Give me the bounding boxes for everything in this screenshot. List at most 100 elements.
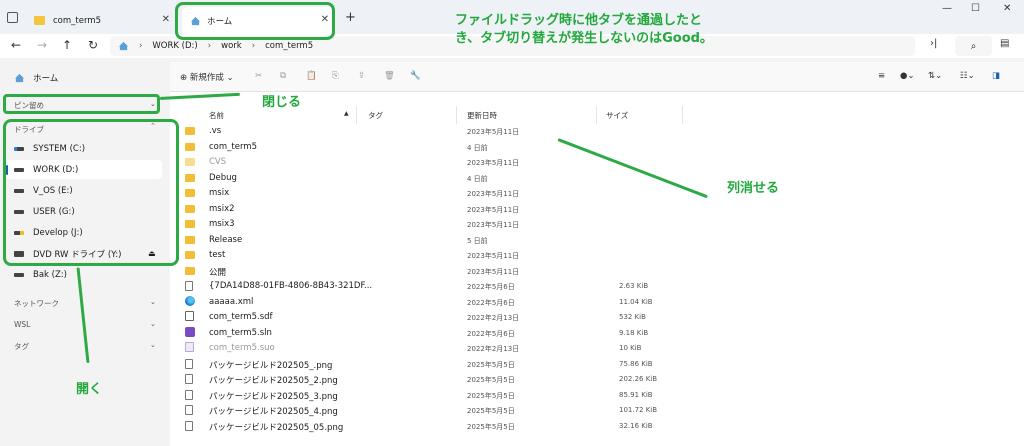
share-icon[interactable]: ⇪ [358,71,365,81]
minimize-button[interactable]: — [942,3,952,14]
chevron-down-icon[interactable]: ⌄ [150,320,156,328]
expand-pane-button[interactable]: ›| [930,38,937,49]
file-name: msix3 [209,219,235,229]
file-row[interactable]: com_term5.suo 2022年2月13日 10 KiB [180,342,680,357]
file-row[interactable]: .vs 2023年5月11日 [180,125,680,140]
chevron-down-icon[interactable]: ⌄ [150,298,156,306]
back-button[interactable]: ← [11,38,21,52]
column-header-name[interactable]: 名前 [209,110,224,121]
file-row[interactable]: パッケージビルド202505_.png 2025年5月5日 75.86 KiB [180,358,680,373]
file-row[interactable]: パッケージビルド202505_2.png 2025年5月5日 202.26 KiB [180,373,680,388]
file-size: 10 KiB [619,344,642,352]
sidebar-section-tags[interactable]: タグ [14,341,29,352]
file-modified-date: 2025年5月5日 [467,422,515,431]
file-row[interactable]: パッケージビルド202505_3.png 2025年5月5日 85.91 KiB [180,389,680,404]
folder-icon [185,266,195,275]
maximize-button[interactable]: ☐ [971,3,980,14]
cut-icon[interactable]: ✂ [255,71,262,81]
new-button[interactable]: ⊕ 新規作成 ⌄ [180,71,234,83]
filter-icon[interactable]: ≡ [878,71,885,81]
file-row[interactable]: msix3 2023年5月11日 [180,218,680,233]
folder-icon [185,173,195,182]
file-row[interactable]: msix 2023年5月11日 [180,187,680,202]
search-button[interactable]: ⌕ [955,36,992,56]
column-separator[interactable] [456,106,457,124]
breadcrumb-item[interactable]: com_term5 [265,41,313,51]
copy-icon[interactable]: ⧉ [280,71,286,81]
forward-button[interactable]: → [37,38,47,52]
column-header-size[interactable]: サイズ [606,110,628,121]
close-window-button[interactable]: ✕ [1003,3,1011,14]
file-icon [185,420,193,431]
file-icon [185,389,193,400]
annotation-drives-box [3,119,179,266]
properties-icon[interactable]: 🔧 [410,71,421,81]
file-row[interactable]: パッケージビルド202505_4.png 2025年5月5日 101.72 KiB [180,404,680,419]
file-row[interactable]: aaaaa.xml 2022年5月6日 11.04 KiB [180,295,680,311]
group-icon[interactable]: ●⌄ [900,71,915,81]
paste-icon[interactable]: 📋 [306,71,317,81]
column-header-modified[interactable]: 更新日時 [467,110,497,121]
sidebar-item-home[interactable]: ホーム [0,68,166,87]
file-row[interactable]: com_term5.sln 2022年5月6日 9.18 KiB [180,326,680,342]
file-size: 202.26 KiB [619,375,658,383]
file-row[interactable]: パッケージビルド202505_05.png 2025年5月5日 32.16 KiB [180,420,680,435]
details-pane-icon[interactable]: ◨ [992,71,1000,81]
file-modified-date: 4 日前 [467,174,488,183]
folder-icon [185,251,195,259]
file-row[interactable]: com_term5 4 日前 [180,141,680,156]
file-modified-date: 5 日前 [467,236,488,245]
file-row[interactable]: {7DA14D88-01FB-4806-8B43-321DF... 2022年5月… [180,280,680,295]
file-row[interactable]: com_term5.sdf 2022年2月13日 532 KiB [180,311,680,326]
file-icon [185,374,193,384]
file-row[interactable]: Release 5 日前 [180,234,680,249]
file-modified-date: 2022年2月13日 [467,345,520,353]
file-name: aaaaa.xml [209,296,254,307]
sort-icon[interactable]: ⇅⌄ [928,71,942,81]
sidebar-section-network[interactable]: ネットワーク [14,298,59,309]
new-tab-button[interactable]: + [345,10,356,25]
file-modified-date: 2023年5月11日 [467,267,520,276]
folder-icon [185,204,195,213]
column-separator[interactable] [356,106,357,124]
delete-icon[interactable]: 🗑 [384,71,395,81]
file-name: パッケージビルド202505_3.png [209,391,338,402]
folder-icon [185,158,195,166]
file-name: .vs [209,126,222,136]
file-size: 101.72 KiB [619,406,658,414]
column-separator[interactable] [682,106,683,124]
up-button[interactable]: ↑ [62,38,72,52]
sidebar-section-wsl[interactable]: WSL [14,320,30,329]
refresh-button[interactable]: ↻ [88,38,98,52]
layout-icon[interactable]: ☷⌄ [960,71,975,81]
file-name: パッケージビルド202505_2.png [209,376,338,386]
settings-icon[interactable]: ▤ [1000,38,1009,49]
file-modified-date: 2023年5月11日 [467,159,520,167]
chevron-down-icon[interactable]: ⌄ [150,341,156,349]
file-icon [185,358,193,369]
tab-actions-icon[interactable] [7,12,18,23]
tab-com-term5[interactable]: com_term5 ✕ [26,7,176,34]
file-name: パッケージビルド202505_.png [209,360,333,371]
file-modified-date: 2025年5月5日 [467,391,515,400]
column-header-tag[interactable]: タグ [368,110,383,121]
file-icon [185,281,193,291]
close-tab-icon[interactable]: ✕ [162,14,170,25]
breadcrumb-item[interactable]: WORK (D:) [152,41,197,51]
column-separator[interactable] [596,106,597,124]
rename-icon[interactable]: ⎘ [332,71,339,81]
annotation-tab-box [175,2,335,40]
file-row[interactable]: test 2023年5月11日 [180,249,680,264]
new-button-label: 新規作成 [189,73,224,83]
breadcrumb-item[interactable]: work [221,41,242,51]
file-row[interactable]: msix2 2023年5月11日 [180,203,680,218]
file-name: com_term5.suo [209,343,275,353]
file-modified-date: 2025年5月5日 [467,407,515,415]
file-modified-date: 2023年5月11日 [467,205,520,214]
breadcrumb-separator: › [139,41,143,51]
sidebar-item-drive[interactable]: Bak (Z:) [0,265,166,284]
file-row[interactable]: Debug 4 日前 [180,172,680,187]
file-name: com_term5.sdf [209,312,273,322]
file-row[interactable]: 公開 2023年5月11日 [180,265,680,280]
annotation-text-open: 開く [76,382,103,397]
